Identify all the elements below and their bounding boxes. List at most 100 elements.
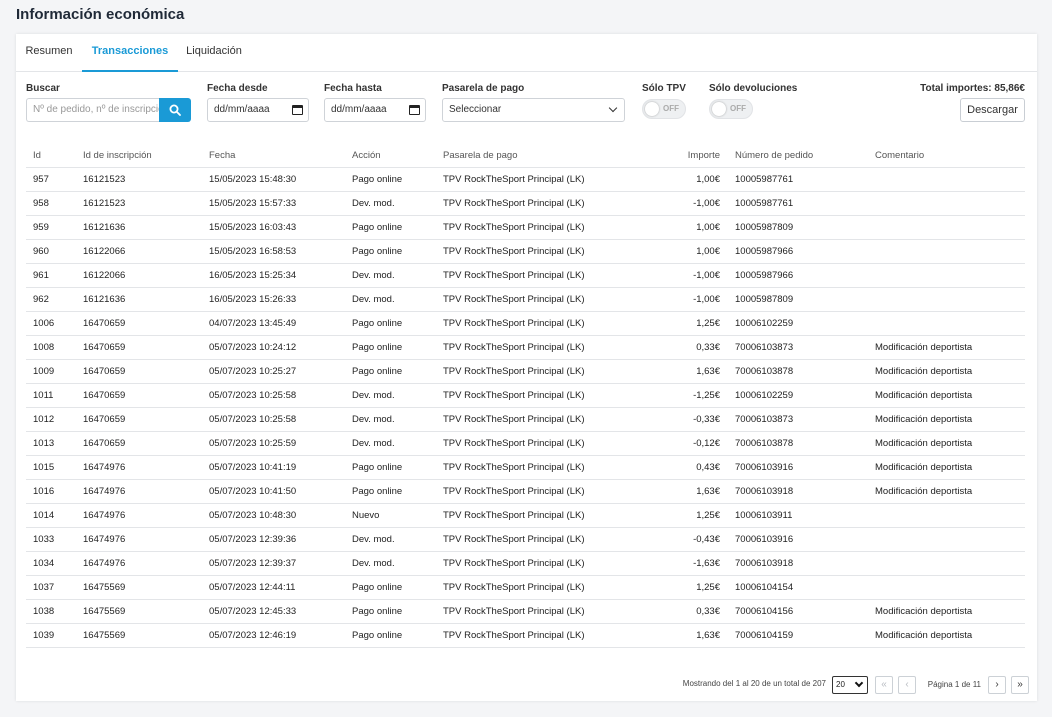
cell-id: 960 [33,246,49,257]
table-row[interactable]: 1008 16470659 05/07/2023 10:24:12 Pago onli… [26,336,1025,360]
cell-gateway: TPV RockTheSport Principal (LK) [443,222,585,233]
last-page-button[interactable]: » [1011,676,1029,694]
table-row[interactable]: 1012 16470659 05/07/2023 10:25:58 Dev. mod.… [26,408,1025,432]
column-header-date[interactable]: Fecha [209,144,235,168]
column-header-comment[interactable]: Comentario [875,144,924,168]
cell-amount: -1,00€ [693,294,720,305]
tab-transacciones[interactable]: Transacciones [82,34,178,72]
calendar-icon[interactable] [292,105,303,115]
tab-bar: Resumen Transacciones Liquidación [16,34,1037,72]
column-header-gateway[interactable]: Pasarela de pago [443,144,517,168]
table-header: Id Id de inscripción Fecha Acción Pasare… [26,144,1025,168]
search-input[interactable]: Nº de pedido, nº de inscripción [26,98,159,122]
column-header-order-number[interactable]: Número de pedido [735,144,813,168]
table-row[interactable]: 1014 16474976 05/07/2023 10:48:30 Nuevo TPV … [26,504,1025,528]
download-button[interactable]: Descargar [960,98,1025,122]
prev-page-button[interactable]: ‹ [898,676,916,694]
cell-registration-id: 16122066 [83,246,126,257]
table-row[interactable]: 958 16121523 15/05/2023 15:57:33 Dev. mod. T… [26,192,1025,216]
table-row[interactable]: 1009 16470659 05/07/2023 10:25:27 Pago onli… [26,360,1025,384]
cell-date: 05/07/2023 10:24:12 [209,342,297,353]
date-from-input[interactable]: dd/mm/aaaa [207,98,309,122]
cell-gateway: TPV RockTheSport Principal (LK) [443,630,585,641]
gateway-selected-value: Seleccionar [449,104,502,115]
table-row[interactable]: 1011 16470659 05/07/2023 10:25:58 Dev. mod.… [26,384,1025,408]
table-row[interactable]: 1037 16475569 05/07/2023 12:44:11 Pago onli… [26,576,1025,600]
cell-id: 1038 [33,606,55,617]
cell-gateway: TPV RockTheSport Principal (LK) [443,438,585,449]
cell-id: 957 [33,174,49,185]
column-header-amount[interactable]: Importe [688,144,720,168]
column-header-registration[interactable]: Id de inscripción [83,144,152,168]
table-row[interactable]: 1033 16474976 05/07/2023 12:39:36 Dev. mod.… [26,528,1025,552]
table-row[interactable]: 962 16121636 16/05/2023 15:26:33 Dev. mod. T… [26,288,1025,312]
cell-comment: Modificación deportista [875,414,973,425]
table-row[interactable]: 1016 16474976 05/07/2023 10:41:50 Pago onli… [26,480,1025,504]
chevron-left-icon: ‹ [905,679,909,690]
first-page-button[interactable]: « [875,676,893,694]
cell-date: 05/07/2023 10:41:50 [209,486,297,497]
cell-registration-id: 16470659 [83,318,126,329]
cell-id: 1014 [33,510,55,521]
cell-date: 04/07/2023 13:45:49 [209,318,297,329]
tab-resumen[interactable]: Resumen [16,34,82,72]
cell-registration-id: 16121636 [83,294,126,305]
column-header-action[interactable]: Acción [352,144,381,168]
table-row[interactable]: 961 16122066 16/05/2023 15:25:34 Dev. mod. T… [26,264,1025,288]
cell-gateway: TPV RockTheSport Principal (LK) [443,342,585,353]
cell-id: 959 [33,222,49,233]
cell-date: 05/07/2023 10:41:19 [209,462,297,473]
cell-order-number: 70006103918 [735,558,794,569]
cell-comment: Modificación deportista [875,606,973,617]
only-tpv-toggle[interactable]: OFF [642,99,686,119]
table-row[interactable]: 1015 16474976 05/07/2023 10:41:19 Pago onli… [26,456,1025,480]
table-row[interactable]: 1039 16475569 05/07/2023 12:46:19 Pago onli… [26,624,1025,648]
cell-action: Pago online [352,318,403,329]
cell-comment: Modificación deportista [875,630,973,641]
cell-order-number: 10006102259 [735,318,794,329]
cell-comment: Modificación deportista [875,486,973,497]
search-button[interactable] [159,98,191,122]
cell-date: 16/05/2023 15:26:33 [209,294,297,305]
cell-comment: Modificación deportista [875,390,973,401]
column-header-id[interactable]: Id [33,144,41,168]
cell-amount: 1,00€ [696,174,720,185]
cell-amount: 1,25€ [696,510,720,521]
cell-gateway: TPV RockTheSport Principal (LK) [443,318,585,329]
cell-gateway: TPV RockTheSport Principal (LK) [443,174,585,185]
cell-registration-id: 16470659 [83,438,126,449]
table-row[interactable]: 1034 16474976 05/07/2023 12:39:37 Dev. mod.… [26,552,1025,576]
table-row[interactable]: 960 16122066 15/05/2023 16:58:53 Pago onlin… [26,240,1025,264]
cell-amount: 1,25€ [696,318,720,329]
page-size-select[interactable]: 20 [832,676,868,694]
table-row[interactable]: 957 16121523 15/05/2023 15:48:30 Pago onlin… [26,168,1025,192]
cell-registration-id: 16474976 [83,510,126,521]
cell-action: Dev. mod. [352,198,395,209]
cell-amount: 1,63€ [696,630,720,641]
cell-gateway: TPV RockTheSport Principal (LK) [443,582,585,593]
date-to-value: dd/mm/aaaa [331,104,387,115]
cell-date: 15/05/2023 15:48:30 [209,174,297,185]
gateway-label: Pasarela de pago [442,83,525,94]
cell-date: 05/07/2023 12:46:19 [209,630,297,641]
cell-id: 961 [33,270,49,281]
cell-order-number: 10006103911 [735,510,793,521]
next-page-button[interactable]: › [988,676,1006,694]
pagination-summary: Mostrando del 1 al 20 de un total de 207 [682,679,826,688]
date-to-input[interactable]: dd/mm/aaaa [324,98,426,122]
gateway-select[interactable]: Seleccionar [442,98,625,122]
only-refunds-label: Sólo devoluciones [709,83,798,94]
table-row[interactable]: 1006 16470659 04/07/2023 13:45:49 Pago onli… [26,312,1025,336]
cell-amount: 1,00€ [696,246,720,257]
calendar-icon[interactable] [409,105,420,115]
only-refunds-toggle[interactable]: OFF [709,99,753,119]
cell-order-number: 70006104159 [735,630,794,641]
tab-liquidacion[interactable]: Liquidación [178,34,250,72]
table-row[interactable]: 1038 16475569 05/07/2023 12:45:33 Pago onli… [26,600,1025,624]
cell-gateway: TPV RockTheSport Principal (LK) [443,198,585,209]
table-row[interactable]: 1013 16470659 05/07/2023 10:25:59 Dev. mod.… [26,432,1025,456]
table-row[interactable]: 959 16121636 15/05/2023 16:03:43 Pago onlin… [26,216,1025,240]
cell-action: Dev. mod. [352,390,395,401]
cell-id: 1012 [33,414,55,425]
cell-amount: -0,12€ [693,438,720,449]
